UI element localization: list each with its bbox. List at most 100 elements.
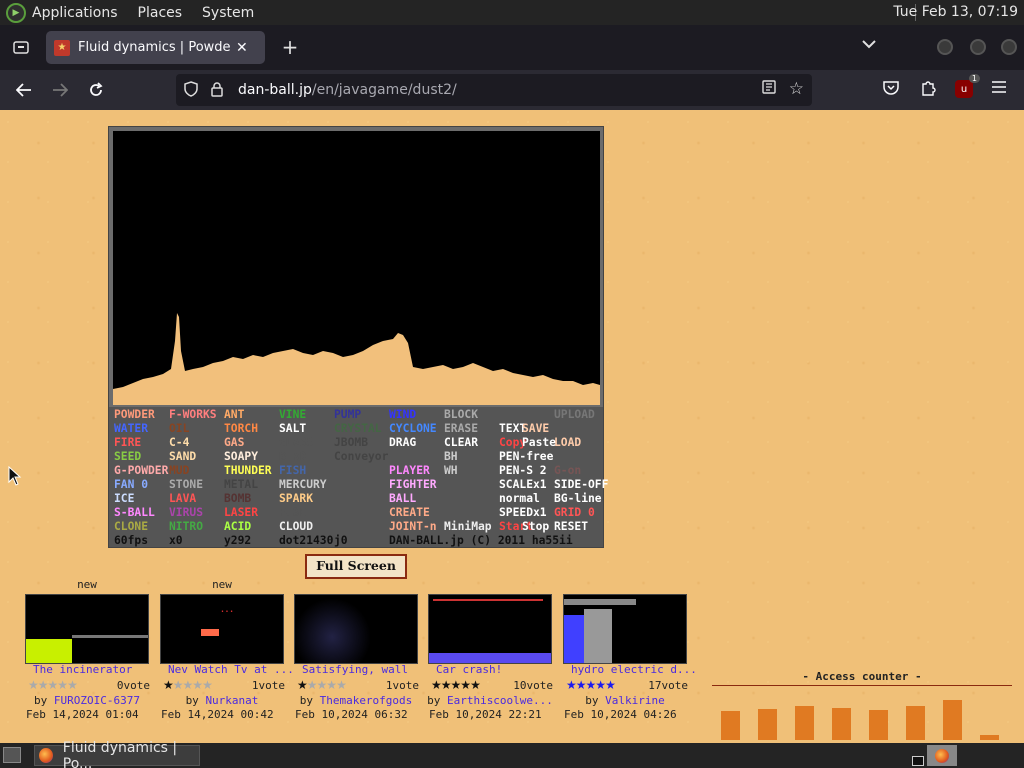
author-link[interactable]: Earthiscoolwe... bbox=[447, 694, 553, 707]
element-selector-panel[interactable]: POWDER F-WORKS ANT VINE PUMP WIND BLOCK UPLOAD W… bbox=[109, 407, 608, 548]
element-button[interactable]: BH bbox=[444, 450, 458, 464]
element-button[interactable]: S-BALL bbox=[114, 506, 155, 520]
star-icon[interactable]: ★ bbox=[67, 678, 78, 692]
thumbnail-image[interactable] bbox=[563, 594, 687, 664]
element-button[interactable]: x0 bbox=[169, 534, 183, 548]
star-icon[interactable]: ★ bbox=[317, 678, 328, 692]
new-tab-button[interactable]: + bbox=[278, 34, 302, 60]
element-button[interactable]: CLONE bbox=[114, 520, 148, 534]
star-icon[interactable]: ★ bbox=[470, 678, 481, 692]
element-button[interactable]: RESET bbox=[554, 520, 588, 534]
game-canvas[interactable] bbox=[113, 131, 600, 405]
url-text[interactable]: dan-ball.jp/en/javagame/dust2/ bbox=[238, 82, 457, 98]
thumbnail-title-link[interactable]: Satisfying, wall bbox=[294, 663, 430, 676]
element-button[interactable]: MUD bbox=[169, 464, 189, 478]
star-icon[interactable]: ★ bbox=[595, 678, 606, 692]
active-tab[interactable]: ★ Fluid dynamics | Powder Game ✕ bbox=[46, 31, 265, 64]
element-button[interactable]: FISH bbox=[279, 464, 306, 478]
close-window-button[interactable] bbox=[1001, 39, 1017, 55]
element-button[interactable]: FIGHTER bbox=[389, 478, 437, 492]
thumbnail-image[interactable]: • • • bbox=[160, 594, 284, 664]
thumbnail-title-link[interactable]: hydro electric d... bbox=[563, 663, 699, 676]
element-button[interactable]: Conveyor bbox=[334, 450, 388, 464]
element-button[interactable]: 60fps bbox=[114, 534, 148, 548]
element-button[interactable]: PLAYER bbox=[389, 464, 430, 478]
star-icon[interactable]: ★ bbox=[576, 678, 587, 692]
distro-logo-icon[interactable]: ▶ bbox=[6, 2, 26, 23]
element-button[interactable]: PUMP bbox=[334, 408, 361, 422]
star-icon[interactable]: ★ bbox=[38, 678, 49, 692]
rating-stars[interactable]: ★★★★★ bbox=[431, 678, 481, 692]
element-button[interactable]: JOINT-n bbox=[389, 520, 437, 534]
element-button[interactable]: THUNDER bbox=[224, 464, 272, 478]
full-screen-button[interactable]: Full Screen bbox=[305, 554, 407, 579]
element-button[interactable]: CRYSTAL bbox=[334, 422, 382, 436]
element-button[interactable]: CLOUD bbox=[279, 520, 313, 534]
star-icon[interactable]: ★ bbox=[460, 678, 471, 692]
thumbnail-title-link[interactable]: The incinerator bbox=[25, 663, 161, 676]
element-button[interactable]: SPARK bbox=[279, 492, 313, 506]
thumbnail-image[interactable] bbox=[25, 594, 149, 664]
extensions-puzzle-icon[interactable] bbox=[920, 80, 936, 100]
minimize-window-button[interactable] bbox=[937, 39, 953, 55]
element-button[interactable]: SCALEx1 bbox=[499, 478, 547, 492]
element-button[interactable]: BOMB bbox=[224, 492, 251, 506]
element-button[interactable]: BIRD bbox=[279, 450, 306, 464]
star-icon[interactable]: ★ bbox=[336, 678, 347, 692]
rating-stars[interactable]: ★★★★★ bbox=[163, 678, 213, 692]
element-button[interactable]: SAND bbox=[169, 450, 196, 464]
star-icon[interactable]: ★ bbox=[48, 678, 59, 692]
element-button[interactable]: F-WORKS bbox=[169, 408, 217, 422]
element-button[interactable]: ACID bbox=[224, 520, 251, 534]
element-button[interactable]: LOAD bbox=[554, 436, 581, 450]
author-link[interactable]: Nurkanat bbox=[205, 694, 258, 707]
back-arrow-icon[interactable] bbox=[12, 79, 36, 101]
element-button[interactable]: STONE bbox=[169, 478, 203, 492]
star-icon[interactable]: ★ bbox=[173, 678, 184, 692]
element-button[interactable]: SOAPY bbox=[224, 450, 258, 464]
star-icon[interactable]: ★ bbox=[57, 678, 68, 692]
show-desktop-icon[interactable] bbox=[3, 747, 21, 763]
star-icon[interactable]: ★ bbox=[183, 678, 194, 692]
element-button[interactable]: ANT bbox=[224, 408, 244, 422]
author-link[interactable]: Themakerofgods bbox=[320, 694, 413, 707]
site-lock-icon[interactable] bbox=[210, 81, 224, 101]
element-button[interactable]: GAS bbox=[224, 436, 244, 450]
rating-stars[interactable]: ★★★★★ bbox=[28, 678, 78, 692]
element-button[interactable]: G-on bbox=[554, 464, 581, 478]
system-menu[interactable]: System bbox=[202, 5, 254, 21]
element-button[interactable]: UPLOAD bbox=[554, 408, 595, 422]
element-button[interactable]: dot21430 bbox=[279, 534, 333, 548]
close-tab-icon[interactable]: ✕ bbox=[236, 40, 248, 56]
powder-game-applet[interactable]: POWDER F-WORKS ANT VINE PUMP WIND BLOCK UPLOAD W… bbox=[108, 126, 608, 548]
element-button[interactable]: y292 bbox=[224, 534, 251, 548]
taskbar-window-button[interactable]: Fluid dynamics | Po... bbox=[34, 740, 200, 768]
element-button[interactable]: CREATE bbox=[389, 506, 430, 520]
element-button[interactable]: normal bbox=[499, 492, 540, 506]
star-icon[interactable]: ★ bbox=[192, 678, 203, 692]
bookmark-star-icon[interactable]: ☆ bbox=[789, 79, 804, 99]
app-menu-hamburger-icon[interactable] bbox=[991, 80, 1007, 98]
element-button[interactable]: CLEAR bbox=[444, 436, 478, 450]
clock[interactable]: Tue Feb 13, 07:19 bbox=[893, 4, 1018, 20]
star-icon[interactable]: ★ bbox=[566, 678, 577, 692]
element-button[interactable]: SPEEDx1 bbox=[499, 506, 547, 520]
element-button[interactable]: SALT bbox=[279, 422, 306, 436]
element-button[interactable]: j0 bbox=[334, 534, 348, 548]
thumbnail-image[interactable] bbox=[428, 594, 552, 664]
element-button[interactable]: SIDE-OFF bbox=[554, 478, 608, 492]
element-button[interactable]: MERCURY bbox=[279, 478, 327, 492]
firefox-view-icon[interactable] bbox=[8, 34, 34, 60]
element-button[interactable]: METAL bbox=[224, 478, 258, 492]
element-button[interactable]: TORCH bbox=[224, 422, 258, 436]
author-link[interactable]: Valkirine bbox=[605, 694, 665, 707]
ublock-origin-icon[interactable]: u1 bbox=[955, 74, 980, 98]
applications-menu[interactable]: Applications bbox=[32, 5, 118, 21]
thumbnail-image[interactable] bbox=[294, 594, 418, 664]
forward-arrow-icon[interactable] bbox=[48, 79, 72, 101]
star-icon[interactable]: ★ bbox=[441, 678, 452, 692]
element-button[interactable]: WIND bbox=[389, 408, 416, 422]
rating-stars[interactable]: ★★★★★ bbox=[297, 678, 347, 692]
reload-icon[interactable] bbox=[84, 79, 108, 101]
element-button[interactable]: OIL bbox=[169, 422, 189, 436]
